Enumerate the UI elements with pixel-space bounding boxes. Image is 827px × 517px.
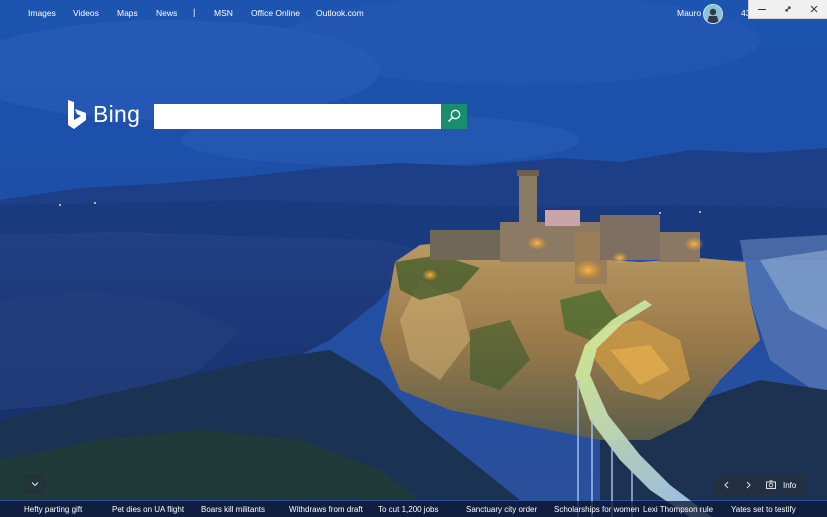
search-button[interactable]: [441, 104, 467, 129]
headline-item[interactable]: Boars kill militants: [201, 505, 265, 514]
headline-item[interactable]: Lexi Thompson rule: [643, 505, 713, 514]
headline-item[interactable]: Sanctuary city order: [466, 505, 537, 514]
account-name[interactable]: Mauro: [677, 8, 701, 18]
brand-name: Bing: [93, 101, 141, 127]
top-navigation: Images Videos Maps News | MSN Office Onl…: [0, 0, 827, 26]
info-label[interactable]: Info: [783, 481, 796, 490]
nav-link-videos[interactable]: Videos: [73, 8, 99, 18]
headline-item[interactable]: To cut 1,200 jobs: [378, 505, 438, 514]
minimize-button[interactable]: [749, 0, 775, 18]
close-icon: [810, 5, 818, 13]
search-input[interactable]: [154, 104, 441, 129]
headline-item[interactable]: Withdraws from draft: [289, 505, 363, 514]
restore-icon: [785, 6, 791, 12]
close-button[interactable]: [801, 0, 827, 18]
chevron-down-icon: [31, 482, 39, 487]
bing-logo-icon: [68, 100, 86, 129]
search-icon: [447, 109, 461, 123]
nav-link-images[interactable]: Images: [28, 8, 56, 18]
headlines-bar: Hefty parting gift Pet dies on UA flight…: [0, 501, 827, 517]
minimize-icon: [758, 9, 766, 10]
expand-headlines-button[interactable]: [24, 474, 46, 494]
camera-icon: [766, 480, 776, 489]
headline-item[interactable]: Scholarships for women: [554, 505, 639, 514]
chevron-right-icon: [746, 481, 751, 489]
nav-link-maps[interactable]: Maps: [117, 8, 138, 18]
previous-image-button[interactable]: [720, 474, 734, 496]
avatar-icon: [704, 5, 722, 23]
next-image-button[interactable]: [741, 474, 755, 496]
window-controls: [748, 0, 827, 19]
nav-link-news[interactable]: News: [156, 8, 177, 18]
nav-link-outlook[interactable]: Outlook.com: [316, 8, 364, 18]
chevron-left-icon: [724, 481, 729, 489]
headline-item[interactable]: Yates set to testify: [731, 505, 796, 514]
restore-button[interactable]: [775, 0, 801, 18]
headline-item[interactable]: Hefty parting gift: [24, 505, 82, 514]
avatar[interactable]: [703, 4, 723, 24]
nav-link-office-online[interactable]: Office Online: [251, 8, 300, 18]
headline-item[interactable]: Pet dies on UA flight: [112, 505, 184, 514]
background-photo: [0, 0, 827, 517]
nav-link-msn[interactable]: MSN: [214, 8, 233, 18]
nav-separator: |: [193, 7, 196, 17]
image-info-button[interactable]: [764, 474, 778, 496]
